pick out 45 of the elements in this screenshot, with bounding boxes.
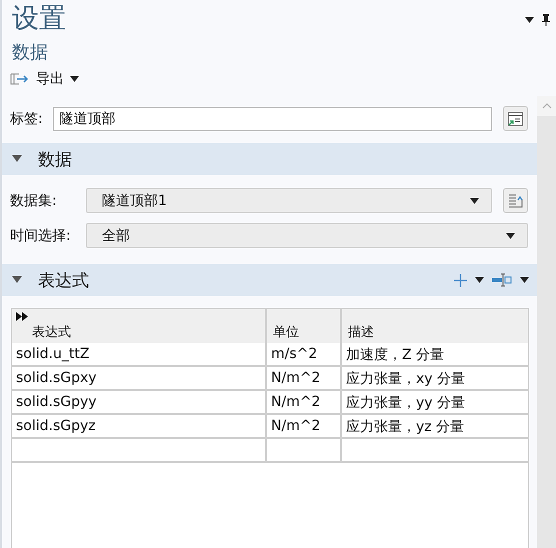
field-label: 数据集: xyxy=(10,192,58,210)
collapse-triangle-icon[interactable] xyxy=(12,155,22,163)
table-cell: solid.sGpxy xyxy=(12,367,267,391)
section-title: 表达式 xyxy=(38,270,90,292)
collapse-triangle-icon[interactable] xyxy=(12,276,22,284)
field-label: 时间选择: xyxy=(10,226,72,244)
column-insert-icon[interactable] xyxy=(492,273,512,287)
field-label: 标签: xyxy=(10,110,43,128)
dropdown-caret-icon[interactable] xyxy=(525,17,534,23)
dropdown[interactable]: 隧道顶部1 xyxy=(86,188,492,213)
caret-icon[interactable] xyxy=(470,198,479,204)
empty-table-cell[interactable] xyxy=(267,439,342,463)
caret-icon[interactable] xyxy=(506,232,515,238)
pin-icon[interactable] xyxy=(542,14,550,26)
table-cell: N/m^2 xyxy=(267,367,342,391)
table-cell: 加速度，Z 分量 xyxy=(342,343,528,367)
caret-icon[interactable] xyxy=(520,277,529,283)
table-cell: N/m^2 xyxy=(267,415,342,439)
label-input[interactable]: 隧道顶部 xyxy=(52,106,492,130)
caret-icon[interactable] xyxy=(70,76,79,82)
panel-subtitle: 数据 xyxy=(11,41,49,64)
section-title: 数据 xyxy=(38,148,73,170)
dropdown[interactable]: 全部 xyxy=(86,223,528,248)
column-header[interactable]: 表达式 xyxy=(12,309,267,343)
dataset-button[interactable] xyxy=(503,188,528,213)
table-cell: 应力张量，yz 分量 xyxy=(342,415,528,439)
edit-label-button[interactable] xyxy=(503,106,528,131)
caret-icon[interactable] xyxy=(475,277,484,283)
export-icon[interactable] xyxy=(10,73,30,85)
column-header[interactable]: 描述 xyxy=(342,309,528,343)
table-cell: solid.sGpyz xyxy=(12,415,267,439)
table-cell: N/m^2 xyxy=(267,391,342,415)
table-cell: 应力张量，xy 分量 xyxy=(342,367,528,391)
panel-title: 设置 xyxy=(12,2,67,36)
double-triangle-icon[interactable] xyxy=(16,312,28,321)
plus-icon[interactable] xyxy=(454,274,467,286)
empty-table-cell[interactable] xyxy=(12,439,267,463)
list-arrow-icon xyxy=(508,192,524,208)
export-menu[interactable]: 导出 xyxy=(36,70,64,88)
column-header[interactable]: 单位 xyxy=(267,309,342,343)
table-cell: m/s^2 xyxy=(267,343,342,367)
table-cell: solid.u_ttZ xyxy=(12,343,267,367)
table-cell: solid.sGpyy xyxy=(12,391,267,415)
chevron-up-icon xyxy=(542,103,552,109)
table-cell: 应力张量，yy 分量 xyxy=(342,391,528,415)
